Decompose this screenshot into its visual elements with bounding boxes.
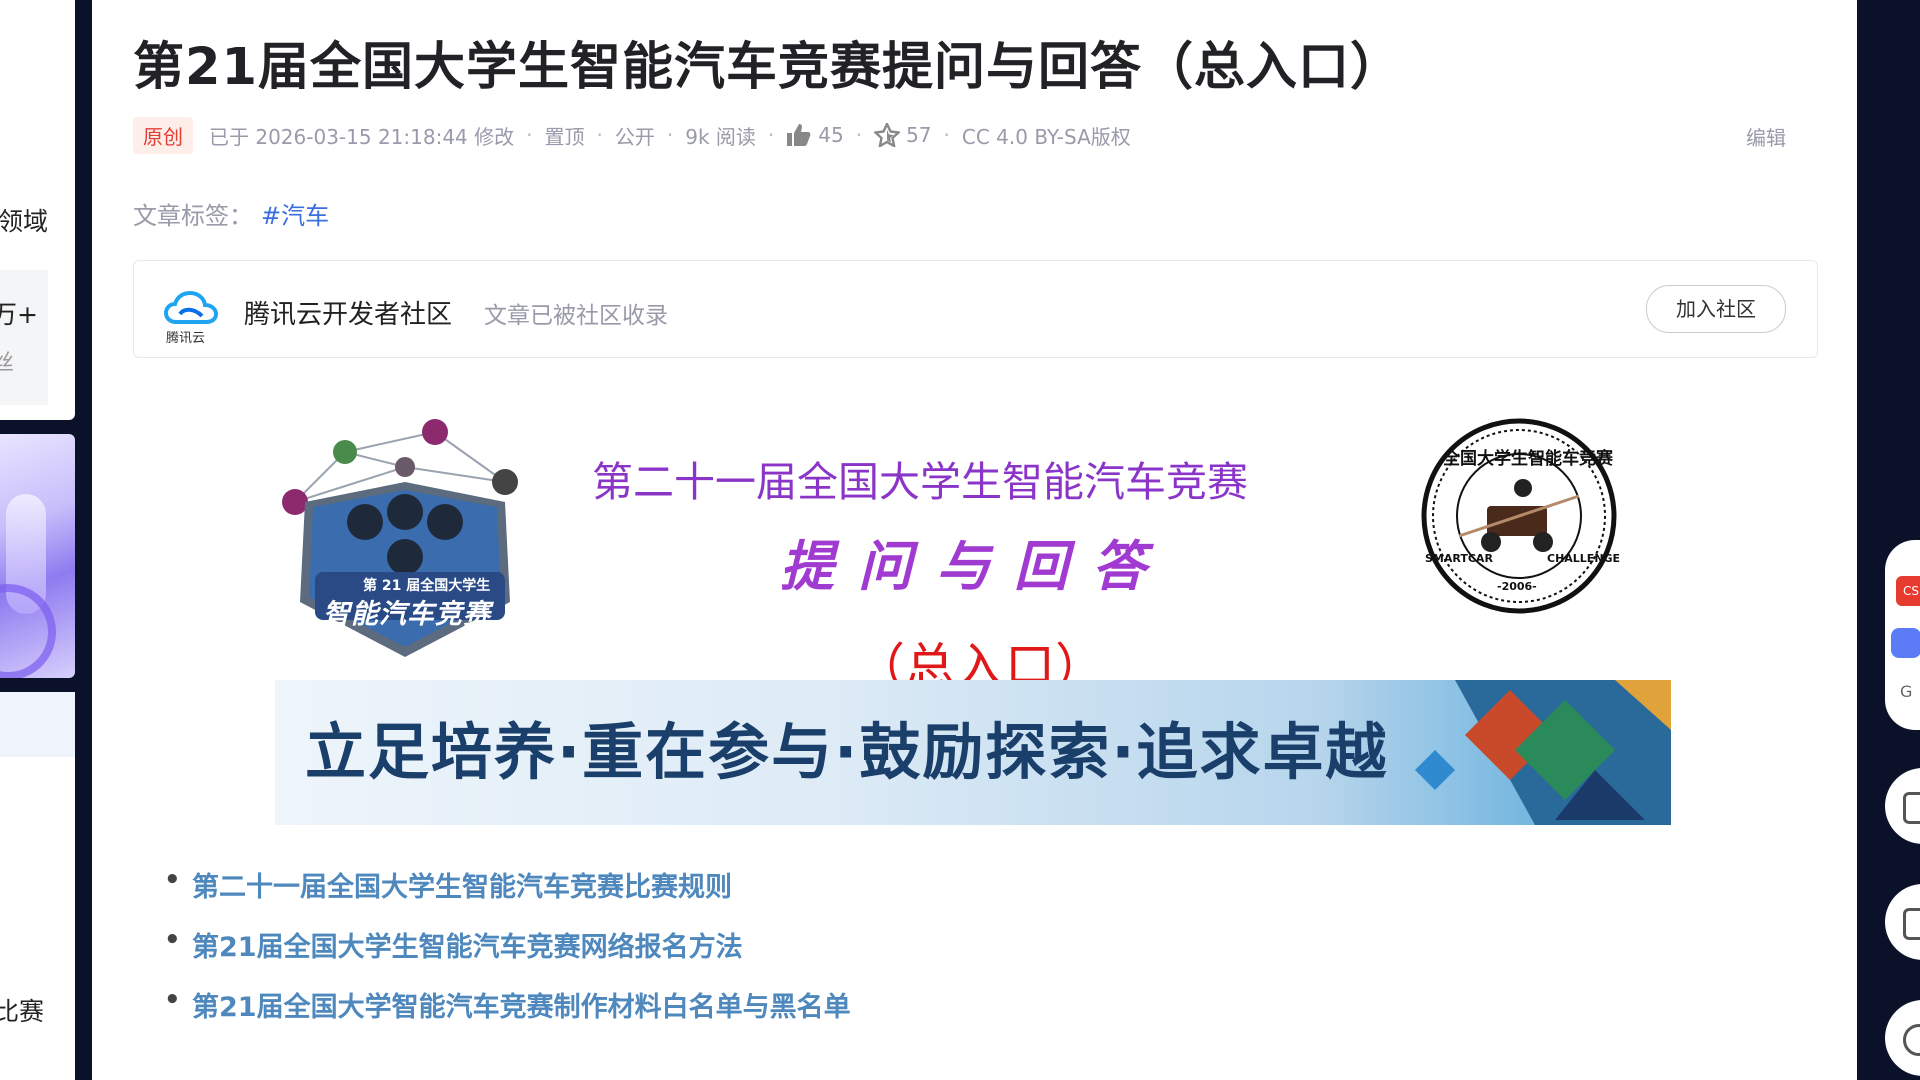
left-stat-box bbox=[0, 270, 48, 405]
seal-text: 全国大学生智能车竞赛 bbox=[1443, 449, 1613, 469]
separator: · bbox=[855, 123, 863, 147]
pinned-label: 置顶 bbox=[544, 124, 585, 149]
directory-button[interactable] bbox=[1885, 884, 1920, 960]
visibility-label: 公开 bbox=[614, 124, 655, 149]
related-link[interactable]: 第21届全国大学智能汽车竞赛制作材料白名单与黑名单 bbox=[162, 985, 851, 1045]
related-link[interactable]: 第21届全国大学生智能汽车竞赛网络报名方法 bbox=[162, 925, 851, 985]
article-banner-image: 第 21 届全国大学生 智能汽车竞赛 第二十一届全国大学生智能汽车竞赛 提问与回… bbox=[275, 412, 1671, 825]
related-links-list: 第二十一届全国大学生智能汽车竞赛比赛规则 第21届全国大学生智能汽车竞赛网络报名… bbox=[162, 865, 851, 1045]
csdn-icon[interactable]: CS bbox=[1896, 576, 1920, 606]
community-card: 腾讯云 腾讯云开发者社区 文章已被社区收录 加入社区 bbox=[133, 260, 1818, 358]
separator: · bbox=[666, 123, 674, 147]
tag-link[interactable]: #汽车 bbox=[261, 202, 329, 230]
left-active-item[interactable] bbox=[0, 692, 75, 757]
separator: · bbox=[943, 123, 950, 147]
community-note: 文章已被社区收录 bbox=[484, 303, 668, 329]
license-label[interactable]: CC 4.0 BY-SA版权 bbox=[962, 121, 1131, 150]
separator: · bbox=[596, 123, 603, 147]
left-text-fragment: 万+ bbox=[0, 300, 38, 329]
document-icon bbox=[1903, 908, 1920, 940]
join-community-button[interactable]: 加入社区 bbox=[1646, 285, 1786, 333]
related-link[interactable]: 第二十一届全国大学生智能汽车竞赛比赛规则 bbox=[162, 865, 851, 925]
left-text-fragment: 丝 bbox=[0, 351, 15, 376]
badge-title: 智能汽车竞赛 bbox=[323, 599, 491, 630]
assistant-icon[interactable] bbox=[1891, 628, 1920, 658]
left-ad-banner[interactable] bbox=[0, 434, 75, 678]
rail-label: G bbox=[1900, 682, 1913, 701]
tags-label: 文章标签： bbox=[133, 202, 253, 230]
banner-tech-collage bbox=[1415, 680, 1671, 825]
read-count: 9k 阅读 bbox=[685, 124, 756, 149]
banner-slogan: 立足培养·重在参与·鼓励探索·追求卓越 bbox=[305, 717, 1389, 788]
like-count[interactable]: 45 bbox=[818, 123, 843, 147]
article-title: 第21届全国大学生智能汽车竞赛提问与回答（总入口） bbox=[133, 38, 1402, 97]
modified-time: 已于 2026-03-15 21:18:44 修改 bbox=[209, 124, 515, 149]
expand-icon bbox=[1903, 792, 1920, 824]
seal-text: CHALLENGE bbox=[1547, 552, 1621, 565]
separator: · bbox=[767, 123, 775, 147]
community-logo-text: 腾讯云 bbox=[166, 331, 206, 346]
seal-text: SMARTCAR bbox=[1425, 552, 1493, 565]
article-card: 第21届全国大学生智能汽车竞赛提问与回答（总入口） 原创 已于 2026-03-… bbox=[92, 0, 1857, 1080]
original-badge: 原创 bbox=[133, 116, 193, 154]
star-icon[interactable] bbox=[874, 123, 901, 147]
separator: · bbox=[526, 123, 533, 147]
comment-button[interactable] bbox=[1885, 1000, 1920, 1076]
right-floating-toolbar: CS G bbox=[1885, 540, 1920, 730]
thumbs-up-icon[interactable] bbox=[786, 123, 812, 147]
fullscreen-button[interactable] bbox=[1885, 768, 1920, 844]
left-text-fragment: 比赛 bbox=[0, 997, 45, 1026]
article-meta: 原创 已于 2026-03-15 21:18:44 修改 · 置顶 · 公开 ·… bbox=[133, 116, 1131, 154]
comment-icon bbox=[1903, 1024, 1920, 1056]
banner-subheadline: 提问与回答 bbox=[780, 534, 1170, 598]
left-text-fragment: 领域 bbox=[0, 207, 49, 236]
article-tags: 文章标签： #汽车 bbox=[133, 196, 329, 231]
community-name[interactable]: 腾讯云开发者社区 bbox=[244, 294, 452, 331]
edit-link[interactable]: 编辑 bbox=[1746, 122, 1786, 151]
banner-headline: 第二十一届全国大学生智能汽车竞赛 bbox=[592, 458, 1248, 506]
banner-decoration bbox=[0, 584, 56, 678]
seal-text: -2006- bbox=[1497, 580, 1537, 593]
favorite-count[interactable]: 57 bbox=[906, 123, 931, 147]
left-sidebar: 领域 万+ 丝 比赛 bbox=[0, 0, 77, 1080]
